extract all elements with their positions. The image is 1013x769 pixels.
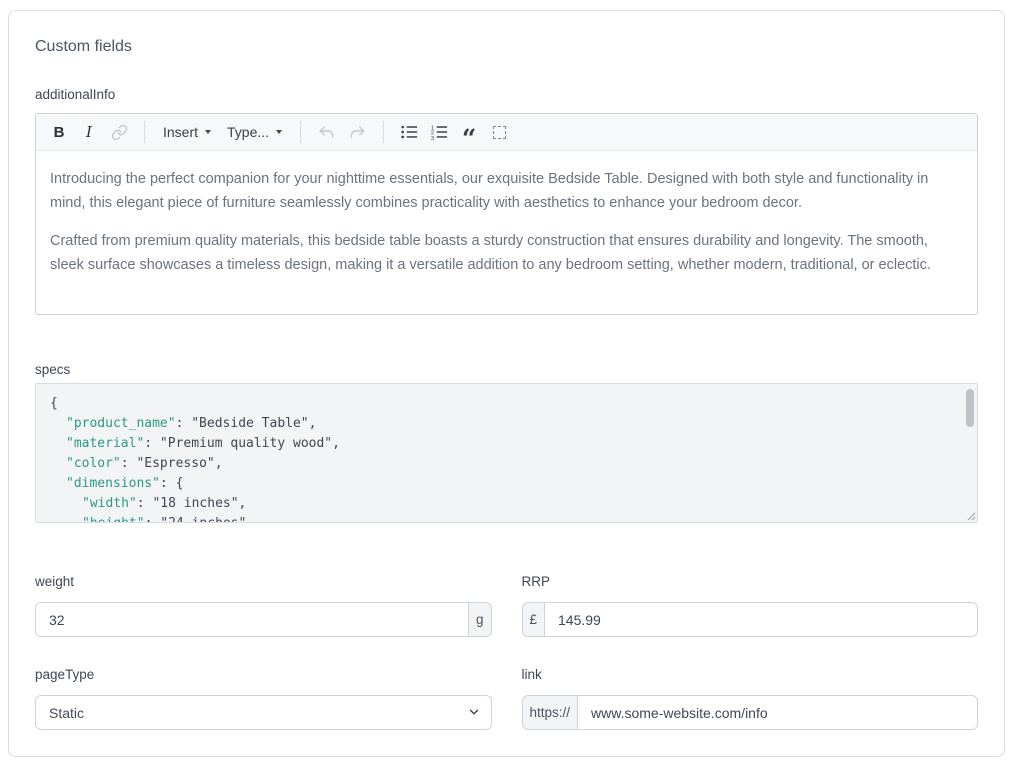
weight-unit-addon: g <box>468 602 492 637</box>
editor-paragraph: Crafted from premium quality materials, … <box>50 229 963 277</box>
toolbar-divider <box>300 121 301 143</box>
link-protocol-addon: https:// <box>522 695 579 730</box>
code-line: "dimensions": { <box>50 474 953 494</box>
toolbar-divider <box>144 121 145 143</box>
svg-text:3: 3 <box>431 136 434 141</box>
rrp-label: RRP <box>522 573 979 591</box>
blockquote-button[interactable]: “ <box>456 119 482 145</box>
dashed-square-icon <box>493 126 506 139</box>
type-dropdown-label: Type... <box>227 124 269 140</box>
specs-code-editor[interactable]: { "product_name": "Bedside Table", "mate… <box>35 383 978 523</box>
numbered-list-icon: 123 <box>430 123 448 141</box>
insert-dropdown-label: Insert <box>163 124 198 140</box>
panel-title: Custom fields <box>35 37 978 57</box>
link-button[interactable] <box>106 119 132 145</box>
weight-input[interactable] <box>35 602 469 637</box>
toolbar-divider <box>383 121 384 143</box>
pagetype-select-wrap: Static <box>35 695 492 730</box>
editor-paragraph: Introducing the perfect companion for yo… <box>50 167 963 215</box>
rte-content-area[interactable]: Introducing the perfect companion for yo… <box>36 151 977 314</box>
code-line: "height": "24 inches", <box>50 514 953 523</box>
specs-label: specs <box>35 361 978 379</box>
chevron-down-icon <box>276 130 282 134</box>
weight-label: weight <box>35 573 492 591</box>
bold-button[interactable]: B <box>46 119 72 145</box>
code-line: "material": "Premium quality wood", <box>50 434 953 454</box>
vertical-scrollbar-thumb[interactable] <box>966 389 974 427</box>
weight-input-group: g <box>35 602 492 637</box>
redo-button[interactable] <box>344 119 371 145</box>
link-label: link <box>522 666 979 684</box>
numbered-list-button[interactable]: 123 <box>426 119 452 145</box>
code-line: "color": "Espresso", <box>50 454 953 474</box>
type-dropdown[interactable]: Type... <box>221 119 288 145</box>
rrp-input[interactable] <box>544 602 978 637</box>
code-line: "width": "18 inches", <box>50 494 953 514</box>
pagetype-select[interactable]: Static <box>35 695 492 730</box>
italic-button[interactable]: I <box>76 119 102 145</box>
link-input-group: https:// <box>522 695 979 730</box>
redo-icon <box>348 124 367 141</box>
additionalinfo-label: additionalInfo <box>35 86 978 104</box>
insert-dropdown[interactable]: Insert <box>157 119 217 145</box>
rrp-currency-addon: £ <box>522 602 546 637</box>
bullet-list-button[interactable] <box>396 119 422 145</box>
link-input[interactable] <box>577 695 978 730</box>
code-line: "product_name": "Bedside Table", <box>50 414 953 434</box>
code-line: { <box>50 394 953 414</box>
chevron-down-icon <box>205 130 211 134</box>
link-icon <box>111 124 128 141</box>
resize-handle-icon[interactable] <box>966 511 976 521</box>
undo-button[interactable] <box>313 119 340 145</box>
rte-toolbar: B I Insert Type... <box>36 114 977 151</box>
bullet-list-icon <box>400 123 418 141</box>
rrp-input-group: £ <box>522 602 979 637</box>
rich-text-editor: B I Insert Type... <box>35 113 978 315</box>
show-blocks-button[interactable] <box>486 119 512 145</box>
custom-fields-card: Custom fields additionalInfo B I Insert … <box>8 10 1005 757</box>
undo-icon <box>317 124 336 141</box>
pagetype-label: pageType <box>35 666 492 684</box>
